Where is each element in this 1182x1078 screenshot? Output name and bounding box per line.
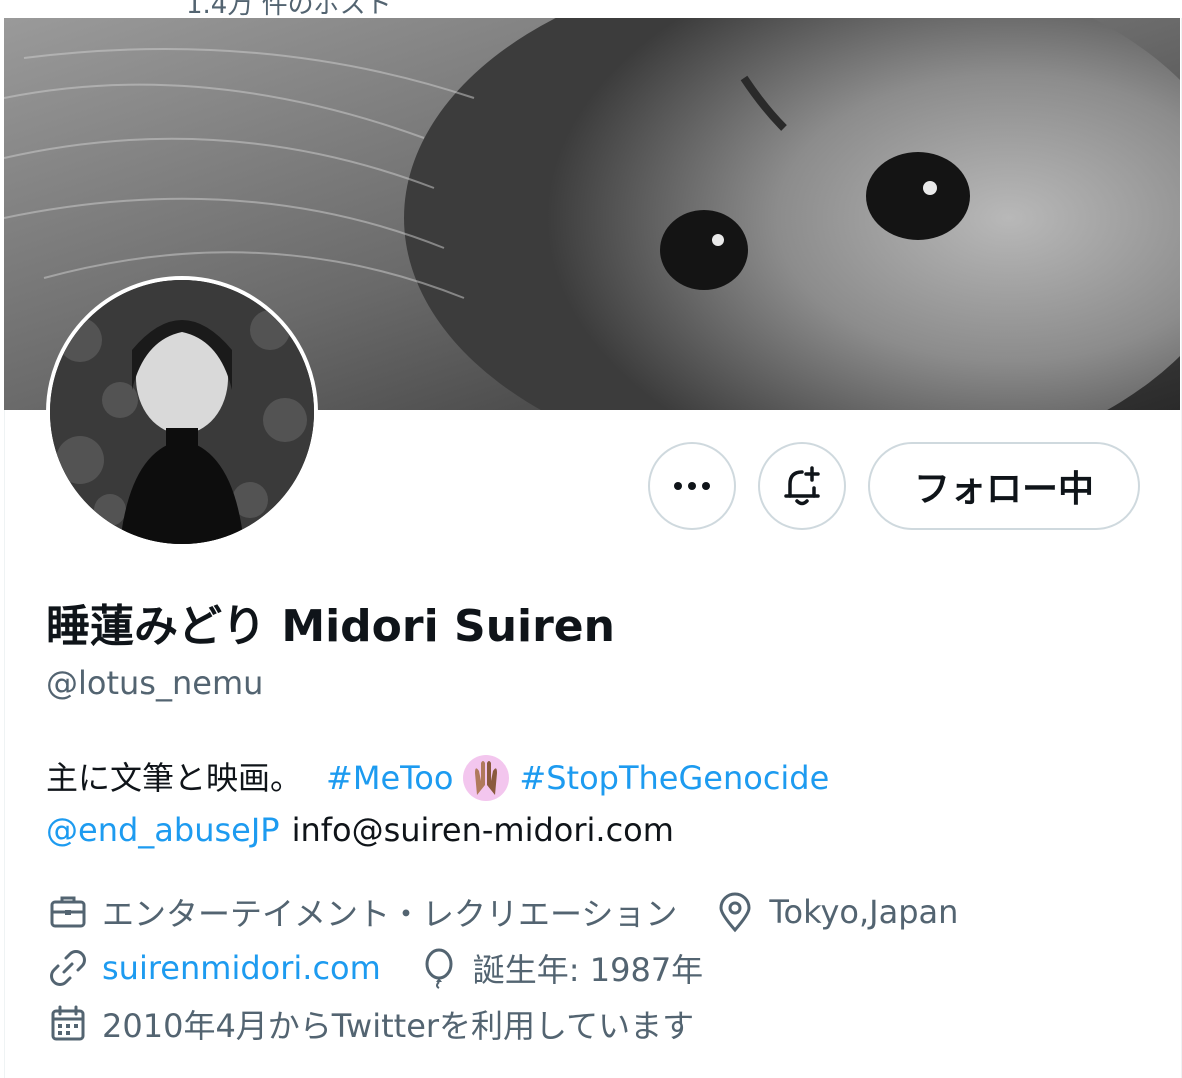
post-count-header: 1.4万 件のポスト [0,0,1182,18]
avatar-photo [50,280,314,544]
birth-label: 誕生年: 1987年 [472,951,704,989]
user-handle: @lotus_nemu [46,664,264,702]
location-label: Tokyo,Japan [769,893,959,931]
following-button[interactable]: フォロー中 [868,442,1140,530]
meta-row-1: エンターテイメント・レクリエーション Tokyo,Japan [46,884,994,940]
bio-line-2: @end_abuseJP info@suiren-midori.com [46,804,1136,856]
balloon-icon [425,948,453,989]
location-pin-icon [719,892,751,933]
profile-avatar[interactable] [46,276,318,548]
more-icon [674,482,710,490]
meta-row-3: 2010年4月からTwitterを利用しています [46,996,994,1052]
post-count-label: 1.4万 件のポスト [186,0,392,18]
display-name: 睡蓮みどり Midori Suiren [46,601,615,652]
hashtag-stopthegenocide-link[interactable]: #StopTheGenocide [519,752,829,804]
joined-label: 2010年4月からTwitterを利用しています [102,1007,695,1045]
hashtag-metoo-link[interactable]: #MeToo [326,752,453,804]
calendar-icon [51,1005,85,1041]
website-link[interactable]: suirenmidori.com [102,949,381,987]
bell-plus-icon [784,466,820,506]
meta-category: エンターテイメント・レクリエーション [46,889,677,935]
meta-location: Tokyo,Japan [713,890,958,934]
raised-hands-emoji-icon [463,755,510,801]
profile-meta: エンターテイメント・レクリエーション Tokyo,Japan suirenmid… [46,884,994,1052]
bio-text: 主に文筆と映画。 [46,759,303,797]
briefcase-icon [50,896,86,928]
link-icon [50,950,86,986]
notifications-button[interactable] [758,442,846,530]
meta-row-2: suirenmidori.com 誕生年: 1987年 [46,940,994,996]
bio-line-1: 主に文筆と映画。 #MeToo #StopTheGenocide [46,752,1136,804]
meta-birth: 誕生年: 1987年 [417,945,703,991]
bio-email: info@suiren-midori.com [291,811,674,849]
meta-website: suirenmidori.com [46,946,381,990]
mention-end-abuse-link[interactable]: @end_abuseJP [46,804,280,856]
category-label: エンターテイメント・レクリエーション [102,895,678,933]
profile-bio: 主に文筆と映画。 #MeToo #StopTheGenocide @end_ab… [46,752,1136,856]
more-options-button[interactable] [648,442,736,530]
meta-joined: 2010年4月からTwitterを利用しています [46,1001,694,1047]
